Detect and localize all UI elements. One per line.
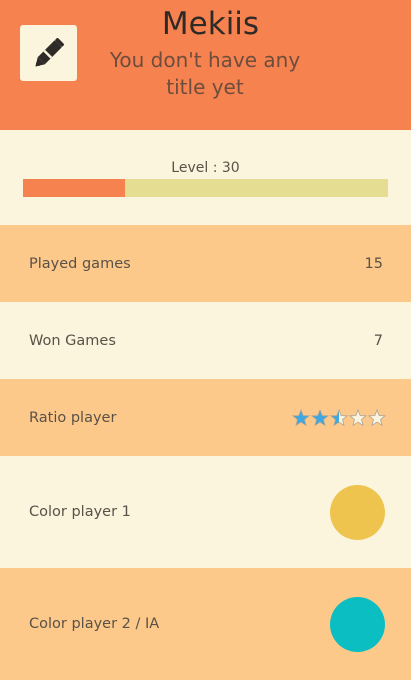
pencil-icon [35,38,64,67]
star-icon [349,408,367,426]
profile-header: Mekiis You don't have any title yet [0,0,411,130]
player-title-line-1: You don't have any [109,48,301,72]
played-games-label: Played games [29,255,131,272]
color-player1-row[interactable]: Color player 1 [0,456,411,568]
color-player2-row[interactable]: Color player 2 / IA [0,568,411,680]
ratio-row: Ratio player [0,379,411,456]
edit-profile-button[interactable] [20,25,77,81]
level-progress-bar [23,179,388,197]
won-games-row: Won Games 7 [0,302,411,379]
played-games-value: 15 [364,255,383,272]
color-player1-label: Color player 1 [29,504,131,520]
level-section: Level : 30 [0,130,411,225]
won-games-label: Won Games [29,332,116,349]
player-name: Mekiis [161,6,260,42]
ratio-stars [292,408,386,427]
star-icon [368,408,386,426]
star-icon [311,408,329,426]
color-player2-label: Color player 2 / IA [29,616,160,632]
ratio-label: Ratio player [29,409,117,426]
player-title: You don't have any title yet [95,47,315,101]
level-progress-fill [23,179,126,197]
won-games-value: 7 [373,332,383,349]
played-games-row: Played games 15 [0,225,411,302]
star-icon [292,408,310,426]
color-player2-swatch[interactable] [330,596,385,652]
player-title-line-2: title yet [166,75,244,99]
color-player1-swatch[interactable] [330,484,385,540]
level-label: Level : 30 [171,160,240,176]
star-icon [330,408,348,426]
